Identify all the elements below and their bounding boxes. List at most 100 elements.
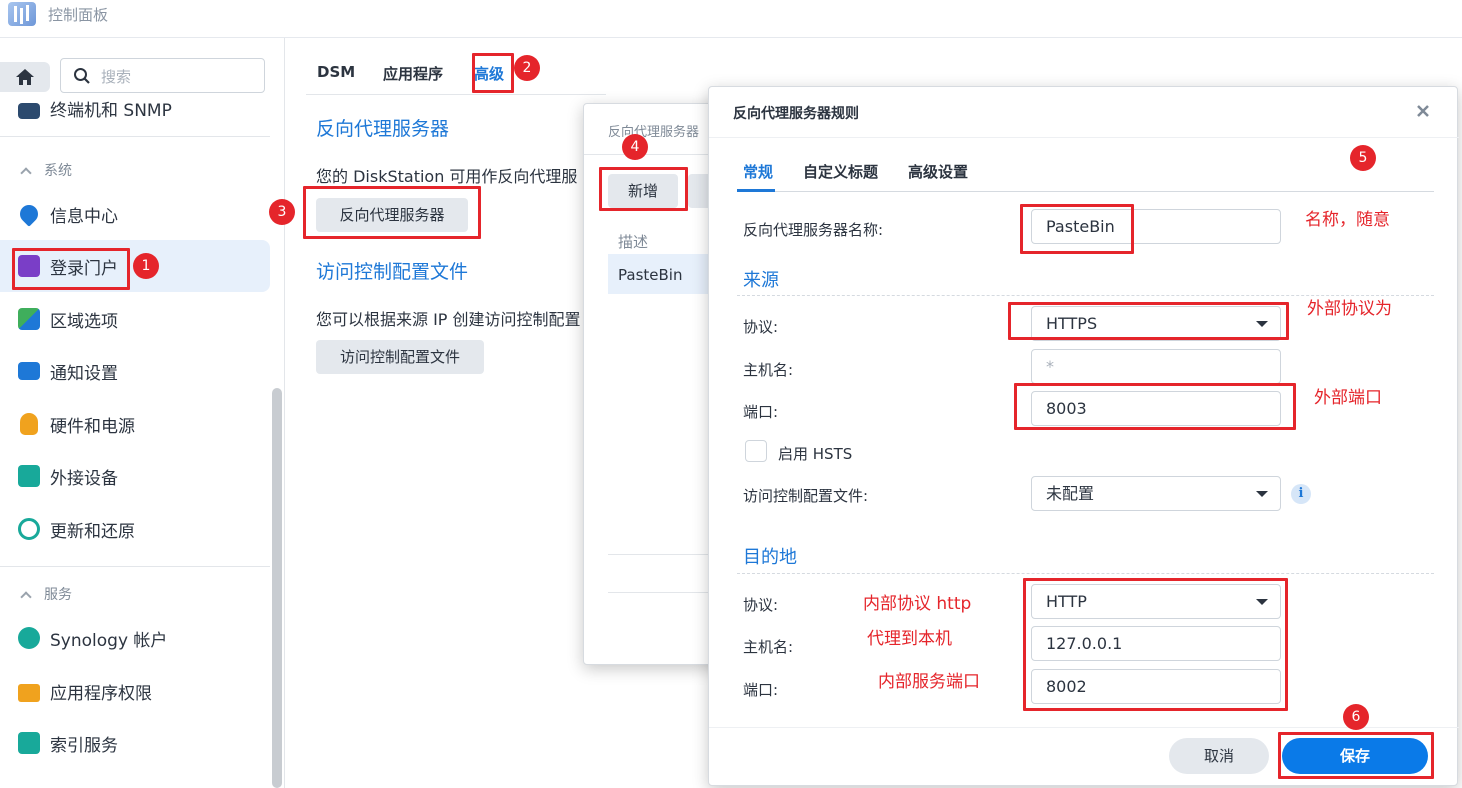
access-profile-value: 未配置 <box>1046 484 1095 503</box>
source-hostname-field[interactable]: * <box>1031 349 1281 384</box>
sidebar-item-synology-account[interactable]: Synology 帐户 <box>0 612 270 664</box>
active-tab-indicator <box>737 189 775 192</box>
sidebar-item-external-devices[interactable]: 外接设备 <box>0 450 270 502</box>
sidebar-item-notification[interactable]: 通知设置 <box>0 345 270 397</box>
window-titlebar: 控制面板 <box>0 0 1462 38</box>
reverse-proxy-description: 您的 DiskStation 可用作反向代理服 <box>316 167 578 186</box>
indexing-icon <box>18 732 40 754</box>
sidebar-scrollbar[interactable] <box>272 388 282 788</box>
annotation-int-port-note: 内部服务端口 <box>878 672 980 692</box>
dest-protocol-label: 协议: <box>743 596 779 614</box>
sidebar-divider <box>0 136 270 137</box>
annotation-badge-1: 1 <box>133 253 159 279</box>
annotation-badge-4: 4 <box>622 134 648 160</box>
sidebar-item-label: 区域选项 <box>50 312 118 332</box>
access-profile-select[interactable]: 未配置 <box>1031 476 1281 511</box>
source-protocol-label: 协议: <box>743 318 779 336</box>
annotation-box-add-button <box>599 167 688 211</box>
search-input[interactable]: 搜索 <box>60 58 265 93</box>
annotation-proxy-note: 代理到本机 <box>867 629 952 649</box>
tab-general[interactable]: 常规 <box>743 161 773 182</box>
annotation-badge-6: 6 <box>1343 704 1369 730</box>
rule-dialog-title: 反向代理服务器规则 <box>733 106 859 122</box>
home-button[interactable] <box>0 62 50 92</box>
dest-hostname-label: 主机名: <box>743 638 794 656</box>
section-label: 服务 <box>44 587 72 603</box>
annotation-box-login-portal <box>12 248 130 290</box>
source-heading: 来源 <box>743 270 779 291</box>
tab-dsm[interactable]: DSM <box>317 63 355 81</box>
section-services-toggle[interactable]: 服务 <box>20 584 72 604</box>
column-header-description: 描述 <box>618 233 649 251</box>
update-icon <box>18 518 40 540</box>
dialog-footer-divider <box>709 727 1459 728</box>
sidebar-item-update-restore[interactable]: 更新和还原 <box>0 503 270 555</box>
sidebar: 搜索 终端机和 SNMP 系统 信息中心 登录门户 区域选项 通知设置 硬件和电… <box>0 38 285 788</box>
info-icon[interactable]: i <box>1291 484 1311 504</box>
row-description: PasteBin <box>618 266 683 284</box>
list-dialog-title: 反向代理服务器 <box>608 125 700 140</box>
annotation-int-protocol-note: 内部协议 http <box>863 594 972 614</box>
sidebar-item-label: 索引服务 <box>50 736 118 756</box>
annotation-box-advanced-tab <box>472 53 514 93</box>
sidebar-item-label: 外接设备 <box>50 469 118 489</box>
tab-applications[interactable]: 应用程序 <box>383 63 443 84</box>
access-control-button[interactable]: 访问控制配置文件 <box>316 340 484 374</box>
dialog-header-divider <box>709 137 1459 138</box>
close-icon[interactable] <box>1416 104 1430 118</box>
annotation-badge-2: 2 <box>514 55 540 81</box>
control-panel-icon <box>8 2 36 26</box>
chevron-down-icon <box>1256 491 1268 497</box>
sidebar-item-indexing[interactable]: 索引服务 <box>0 717 270 769</box>
account-icon <box>18 627 40 649</box>
name-label: 反向代理服务器名称: <box>743 221 884 239</box>
info-center-icon <box>16 201 42 227</box>
section-divider <box>737 573 1434 574</box>
sidebar-item-hardware-power[interactable]: 硬件和电源 <box>0 398 270 450</box>
sidebar-item-label: 终端机和 SNMP <box>50 101 172 121</box>
sidebar-item-label: 应用程序权限 <box>50 684 152 704</box>
hsts-checkbox[interactable] <box>745 440 767 462</box>
source-hostname-label: 主机名: <box>743 361 794 379</box>
sidebar-item-regional-options[interactable]: 区域选项 <box>0 293 270 345</box>
home-icon <box>16 69 34 85</box>
sidebar-item-label: Synology 帐户 <box>50 631 168 651</box>
tab-custom-header[interactable]: 自定义标题 <box>803 161 878 182</box>
annotation-box-save-button <box>1278 732 1434 779</box>
cancel-button[interactable]: 取消 <box>1169 738 1269 774</box>
tab-underline <box>306 94 606 95</box>
hsts-label: 启用 HSTS <box>778 445 853 463</box>
section-label: 系统 <box>44 163 72 179</box>
tab-advanced-settings[interactable]: 高级设置 <box>908 161 968 182</box>
annotation-box-source-port <box>1014 383 1296 430</box>
sidebar-item-label: 信息中心 <box>50 207 118 227</box>
tab-underline <box>737 191 1434 192</box>
sidebar-item-label: 更新和还原 <box>50 522 135 542</box>
section-system-toggle[interactable]: 系统 <box>20 160 72 180</box>
terminal-icon <box>18 103 40 119</box>
annotation-box-destination <box>1023 578 1288 711</box>
annotation-box-source-protocol <box>1008 302 1289 340</box>
access-control-heading: 访问控制配置文件 <box>316 261 469 283</box>
sidebar-divider <box>0 566 270 567</box>
notification-icon <box>18 362 40 380</box>
sidebar-item-app-privileges[interactable]: 应用程序权限 <box>0 665 270 717</box>
dest-port-label: 端口: <box>743 681 779 699</box>
bulb-icon <box>20 413 38 435</box>
annotation-box-reverse-proxy-button <box>303 186 481 239</box>
annotation-badge-5: 5 <box>1350 145 1376 171</box>
sidebar-item-label: 硬件和电源 <box>50 417 135 437</box>
search-icon <box>74 68 90 84</box>
app-title: 控制面板 <box>48 6 109 24</box>
annotation-ext-protocol-note: 外部协议为 <box>1307 299 1392 319</box>
source-port-label: 端口: <box>743 403 779 421</box>
sidebar-item-info-center[interactable]: 信息中心 <box>0 188 270 240</box>
lock-icon <box>18 684 40 702</box>
annotation-badge-3: 3 <box>269 199 295 225</box>
annotation-box-name-field <box>1020 204 1134 254</box>
sidebar-item-label: 通知设置 <box>50 364 118 384</box>
access-control-description: 您可以根据来源 IP 创建访问控制配置 <box>316 310 581 329</box>
destination-heading: 目的地 <box>743 547 797 568</box>
external-device-icon <box>18 465 40 487</box>
regional-options-icon <box>18 308 40 330</box>
